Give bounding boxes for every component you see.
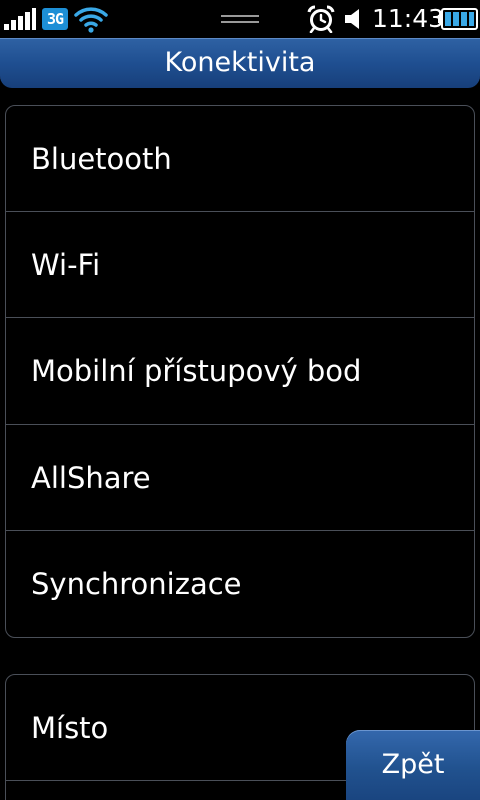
list-item-synchronization[interactable]: Synchronizace [6, 531, 474, 637]
back-button[interactable]: Zpět [346, 730, 480, 800]
list-item-label: Bluetooth [31, 142, 172, 176]
battery-icon [438, 8, 478, 30]
list-item-wifi[interactable]: Wi-Fi [6, 212, 474, 319]
back-button-label: Zpět [381, 749, 445, 780]
clock: 11:43 [372, 4, 445, 33]
screen: 3G 11:43 Konektivita Bluetooth Wi-Fi Mob… [0, 0, 480, 800]
list-item-label: Místo [31, 711, 109, 745]
list-item-label: Mobilní přístupový bod [31, 354, 362, 389]
alarm-clock-icon [307, 5, 335, 33]
title-bar: Konektivita [0, 38, 480, 88]
status-bar[interactable]: 3G 11:43 [0, 0, 480, 38]
3g-icon: 3G [42, 8, 68, 30]
list-item-label: Synchronizace [31, 566, 242, 601]
notification-handle-icon[interactable] [221, 13, 259, 25]
list-item-mobile-hotspot[interactable]: Mobilní přístupový bod [6, 318, 474, 425]
list-item-label: AllShare [31, 460, 151, 495]
wifi-icon [74, 7, 108, 33]
speaker-icon [345, 9, 359, 29]
page-title: Konektivita [164, 47, 316, 78]
signal-strength-icon [4, 8, 36, 30]
settings-group-connectivity: Bluetooth Wi-Fi Mobilní přístupový bod A… [5, 105, 475, 638]
list-item-label: Wi-Fi [31, 248, 101, 283]
list-item-allshare[interactable]: AllShare [6, 425, 474, 531]
list-item-bluetooth[interactable]: Bluetooth [6, 106, 474, 213]
